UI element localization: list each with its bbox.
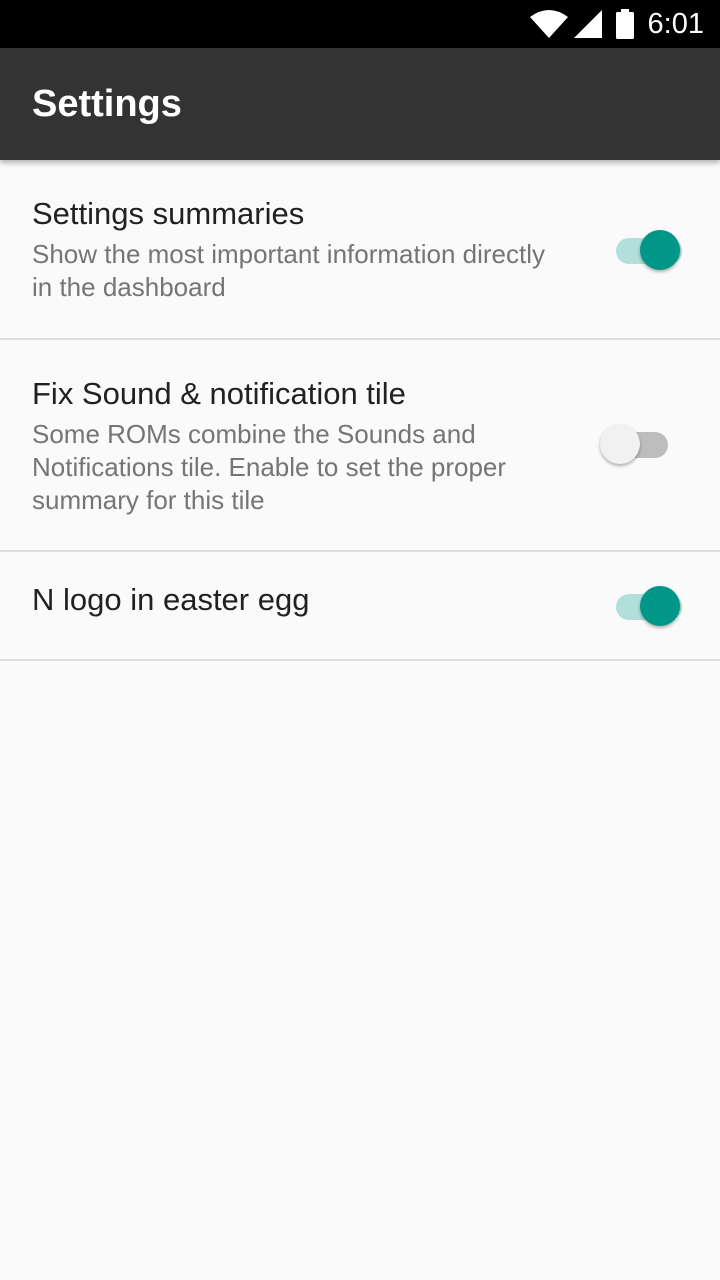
pref-title: N logo in easter egg <box>32 582 310 617</box>
toggle-thumb <box>600 424 640 464</box>
pref-n-logo-easter-egg[interactable]: N logo in easter egg <box>0 552 720 661</box>
n-logo-easter-egg-toggle[interactable] <box>614 584 684 628</box>
cell-signal-icon <box>573 10 602 38</box>
preferences-list: Settings summaries Show the most importa… <box>0 160 720 661</box>
pref-settings-summaries[interactable]: Settings summaries Show the most importa… <box>0 160 720 340</box>
page-title: Settings <box>32 83 182 125</box>
pref-title: Fix Sound & notification tile <box>32 376 406 411</box>
pref-summary: Show the most important information dire… <box>32 239 545 302</box>
wifi-icon <box>529 10 568 38</box>
pref-title: Settings summaries <box>32 196 305 231</box>
pref-summary: Some ROMs combine the Sounds and Notific… <box>32 419 507 515</box>
status-icons: 6:01 <box>529 0 704 48</box>
clock: 6:01 <box>647 8 704 40</box>
settings-summaries-toggle[interactable] <box>614 228 684 272</box>
toggle-thumb <box>640 586 680 626</box>
app-bar: Settings <box>0 48 720 160</box>
fix-sound-tile-toggle[interactable] <box>600 422 670 466</box>
toggle-thumb <box>640 230 680 270</box>
battery-icon <box>615 9 634 39</box>
status-bar: 6:01 <box>0 0 720 48</box>
